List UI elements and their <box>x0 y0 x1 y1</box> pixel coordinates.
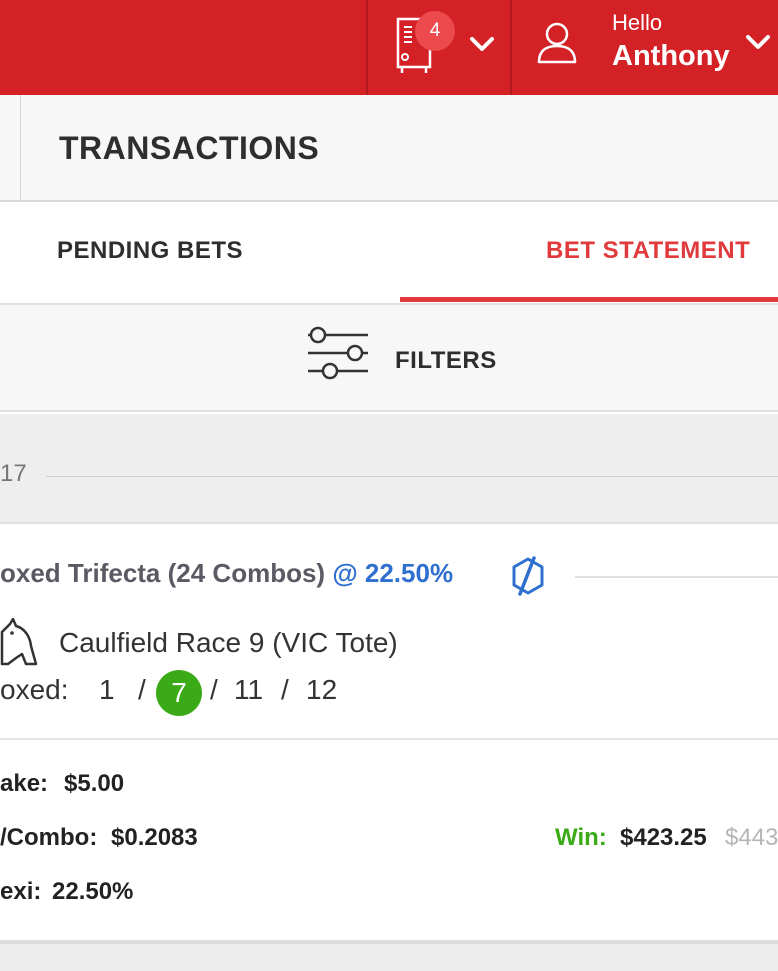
winning-runner-badge: 7 <box>156 670 202 716</box>
date-divider <box>46 476 778 477</box>
runner-separator: / <box>210 674 218 705</box>
runner-number: 12 <box>306 674 338 705</box>
race-name[interactable]: Caulfield Race 9 (VIC Tote) <box>59 627 398 659</box>
filter-sliders-icon[interactable] <box>305 325 371 381</box>
betslip-count-badge: 4 <box>415 11 455 51</box>
flexi-label: exi: <box>0 878 42 905</box>
bet-percentage: @ 22.50% <box>332 558 454 588</box>
chevron-down-icon[interactable] <box>468 33 496 55</box>
user-name[interactable]: Anthony <box>612 40 730 73</box>
header-divider <box>510 0 512 95</box>
tab-pending-bets[interactable]: PENDING BETS <box>57 237 243 265</box>
selection-label: oxed: <box>0 674 69 705</box>
runner-separator: / <box>138 674 146 705</box>
boost-icon <box>512 556 544 596</box>
date-group-header: 17 <box>0 414 778 524</box>
card-divider <box>0 738 778 740</box>
win-original-value: $443 <box>725 824 778 851</box>
tab-bar: PENDING BETS BET STATEMENT <box>0 202 778 305</box>
win-label: Win: <box>555 824 607 851</box>
bet-title: oxed Trifecta (24 Combos) @ 22.50% <box>0 558 453 589</box>
stake-value: $5.00 <box>64 770 125 797</box>
stake-label: ake: <box>0 770 49 797</box>
active-tab-indicator <box>400 297 778 302</box>
win-value: $423.25 <box>620 824 707 851</box>
bet-card[interactable]: oxed Trifecta (24 Combos) @ 22.50% Caulf… <box>0 526 778 940</box>
title-divider <box>20 95 21 200</box>
user-icon[interactable] <box>536 20 578 64</box>
per-combo-value: $0.2083 <box>111 824 198 851</box>
per-combo-label: /Combo: <box>0 824 98 851</box>
page-title: TRANSACTIONS <box>59 130 320 166</box>
chevron-down-icon[interactable] <box>744 31 772 53</box>
top-header: 4 Hello Anthony <box>0 0 778 95</box>
filters-label[interactable]: FILTERS <box>395 347 497 375</box>
filters-bar[interactable]: FILTERS <box>0 305 778 412</box>
title-bar: TRANSACTIONS <box>0 95 778 202</box>
runner-number: 11 <box>234 674 264 705</box>
title-divider <box>575 576 778 578</box>
bet-type: oxed Trifecta (24 Combos) <box>0 558 326 588</box>
tab-bet-statement[interactable]: BET STATEMENT <box>546 237 750 265</box>
greeting-text: Hello <box>612 10 663 35</box>
flexi-value: 22.50% <box>52 878 134 905</box>
header-divider <box>366 0 368 95</box>
horse-icon <box>0 618 38 666</box>
next-card-edge <box>0 940 778 971</box>
runner-number: 1 <box>99 674 115 705</box>
runner-separator: / <box>281 674 289 705</box>
date-label: 17 <box>0 460 27 487</box>
